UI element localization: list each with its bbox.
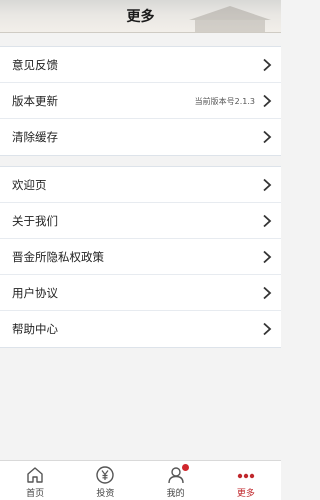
menu-item-about-us[interactable]: 关于我们 bbox=[0, 203, 281, 239]
more-dots-icon bbox=[237, 473, 255, 479]
tab-label: 投资 bbox=[96, 489, 115, 499]
tab-invest[interactable]: 投资 bbox=[70, 461, 140, 500]
chevron-right-icon bbox=[263, 58, 272, 72]
menu-item-clear-cache[interactable]: 清除缓存 bbox=[0, 119, 281, 155]
version-value: 当前版本号2.1.3 bbox=[194, 96, 255, 106]
settings-group-1: 意见反馈 版本更新 当前版本号2.1.3 清除缓存 bbox=[0, 46, 281, 156]
menu-item-label: 关于我们 bbox=[12, 213, 58, 228]
notification-badge bbox=[181, 464, 189, 471]
menu-item-label: 清除缓存 bbox=[12, 130, 58, 144]
tab-home[interactable]: 首页 bbox=[0, 461, 70, 500]
chevron-right-icon bbox=[263, 286, 272, 300]
menu-item-label: 意见反馈 bbox=[12, 57, 58, 72]
menu-item-label: 用户协议 bbox=[12, 285, 58, 300]
chevron-right-icon bbox=[263, 214, 272, 228]
menu-item-privacy-policy[interactable]: 晋金所隐私权政策 bbox=[0, 239, 281, 275]
home-icon bbox=[27, 467, 43, 483]
yuan-coin-icon bbox=[96, 466, 115, 484]
menu-item-help-center[interactable]: 帮助中心 bbox=[0, 311, 281, 347]
page-title: 更多 bbox=[126, 9, 155, 25]
user-icon-wrap bbox=[166, 464, 189, 485]
tab-mine[interactable]: 我的 bbox=[141, 461, 211, 500]
chevron-right-icon bbox=[263, 130, 272, 144]
chevron-right-icon bbox=[263, 250, 272, 264]
tab-label: 我的 bbox=[166, 489, 185, 499]
settings-group-2: 欢迎页 关于我们 晋金所隐私权政策 用户协议 帮助中心 bbox=[0, 166, 281, 348]
menu-item-label: 版本更新 bbox=[12, 93, 58, 108]
menu-item-welcome-page[interactable]: 欢迎页 bbox=[0, 167, 281, 203]
chevron-right-icon bbox=[263, 94, 272, 108]
top-header: 更多 bbox=[0, 0, 281, 33]
menu-item-feedback[interactable]: 意见反馈 bbox=[0, 47, 281, 83]
tab-more[interactable]: 更多 bbox=[211, 461, 281, 500]
chevron-right-icon bbox=[263, 322, 272, 336]
tab-label: 更多 bbox=[236, 489, 255, 499]
bottom-tab-bar: 首页 投资 我的 更多 bbox=[0, 460, 281, 500]
menu-item-label: 帮助中心 bbox=[12, 322, 58, 336]
chevron-right-icon bbox=[263, 178, 272, 192]
menu-item-label: 晋金所隐私权政策 bbox=[12, 249, 104, 264]
menu-item-label: 欢迎页 bbox=[12, 177, 47, 192]
tab-label: 首页 bbox=[26, 489, 45, 499]
menu-item-user-agreement[interactable]: 用户协议 bbox=[0, 275, 281, 311]
menu-item-version-update[interactable]: 版本更新 当前版本号2.1.3 bbox=[0, 83, 281, 119]
